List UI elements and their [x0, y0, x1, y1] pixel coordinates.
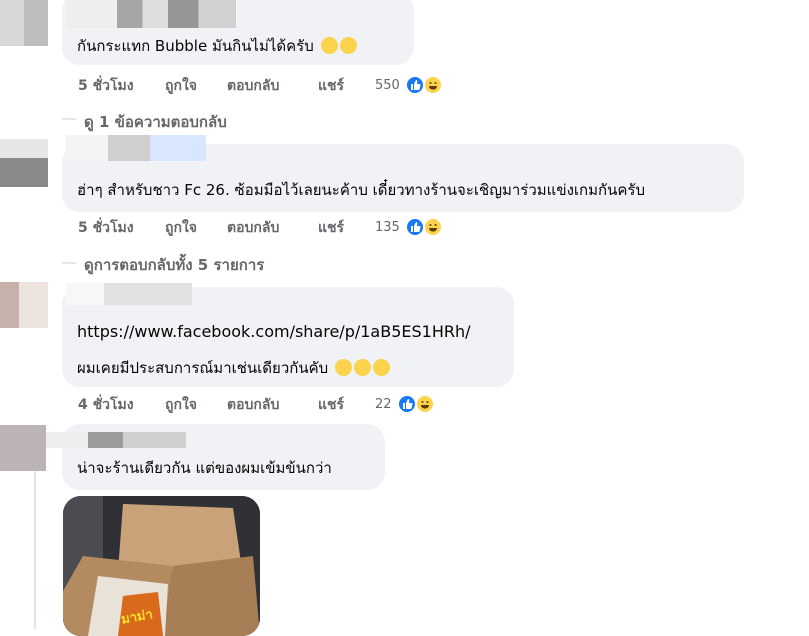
- share-button[interactable]: แชร์: [318, 76, 344, 96]
- comment-text-content: กันกระแทก Bubble มันกินไม่ได้ครับ: [77, 37, 314, 55]
- comment-link[interactable]: https://www.facebook.com/share/p/1aB5ES1…: [77, 322, 471, 342]
- comment-actions: 4 ชั่วโมง ถูกใจ ตอบกลับ แชร์: [78, 395, 368, 415]
- like-reaction-icon[interactable]: [397, 394, 417, 414]
- rofl-emoji-icon: [320, 37, 338, 54]
- thread-connector: [34, 471, 36, 629]
- reply-button[interactable]: ตอบกลับ: [227, 76, 279, 96]
- like-reaction-icon[interactable]: [405, 217, 425, 237]
- photo-image: [63, 496, 260, 636]
- comment-photo[interactable]: มาม่า: [63, 496, 260, 636]
- share-button[interactable]: แชร์: [318, 218, 344, 238]
- comment-time[interactable]: 4 ชั่วโมง: [78, 395, 134, 415]
- share-button[interactable]: แชร์: [318, 395, 344, 415]
- commenter-name[interactable]: [66, 135, 206, 161]
- comment-time[interactable]: 5 ชั่วโมง: [78, 76, 134, 96]
- rofl-emoji-icon: [334, 359, 352, 376]
- like-button[interactable]: ถูกใจ: [165, 76, 197, 96]
- reaction-count[interactable]: 550: [375, 76, 400, 96]
- comment-time[interactable]: 5 ชั่วโมง: [78, 218, 134, 238]
- comment-text: กันกระแทก Bubble มันกินไม่ได้ครับ: [77, 36, 357, 56]
- like-button[interactable]: ถูกใจ: [165, 395, 197, 415]
- haha-reaction-icon[interactable]: [423, 75, 443, 95]
- haha-reaction-icon[interactable]: [415, 394, 435, 414]
- avatar[interactable]: [0, 425, 46, 471]
- commenter-name[interactable]: [66, 0, 236, 28]
- reaction-count[interactable]: 22: [375, 395, 392, 415]
- comment-text: น่าจะร้านเดียวกัน แต่ของผมเข้มข้นกว่า: [77, 459, 332, 477]
- comment-text-content: ผมเคยมีประสบการณ์มาเช่นเดียวกันคับ: [77, 359, 329, 377]
- comment-text: ฮ่าๆ สำหรับชาว Fc 26. ซ้อมมือไว้เลยนะค้า…: [77, 181, 645, 199]
- commenter-name[interactable]: [46, 432, 186, 448]
- haha-reaction-icon[interactable]: [423, 217, 443, 237]
- like-reaction-icon[interactable]: [405, 75, 425, 95]
- comment-actions: 5 ชั่วโมง ถูกใจ ตอบกลับ แชร์: [78, 218, 368, 238]
- comment-actions: 5 ชั่วโมง ถูกใจ ตอบกลับ แชร์: [78, 76, 368, 96]
- avatar[interactable]: [0, 139, 48, 187]
- reply-button[interactable]: ตอบกลับ: [227, 395, 279, 415]
- joy-emoji-icon: [339, 37, 357, 54]
- like-button[interactable]: ถูกใจ: [165, 218, 197, 238]
- avatar[interactable]: [0, 282, 48, 328]
- rofl-emoji-icon: [353, 359, 371, 376]
- reaction-count[interactable]: 135: [375, 218, 400, 238]
- commenter-name[interactable]: [66, 283, 192, 305]
- comment-text: ผมเคยมีประสบการณ์มาเช่นเดียวกันคับ: [77, 358, 390, 378]
- thread-connector: [62, 118, 76, 120]
- view-replies-link[interactable]: ดู 1 ข้อความตอบกลับ: [84, 110, 227, 134]
- reply-button[interactable]: ตอบกลับ: [227, 218, 279, 238]
- rofl-emoji-icon: [372, 359, 390, 376]
- thread-connector: [62, 262, 76, 264]
- avatar[interactable]: [0, 0, 48, 46]
- view-replies-link[interactable]: ดูการตอบกลับทั้ง 5 รายการ: [84, 253, 264, 277]
